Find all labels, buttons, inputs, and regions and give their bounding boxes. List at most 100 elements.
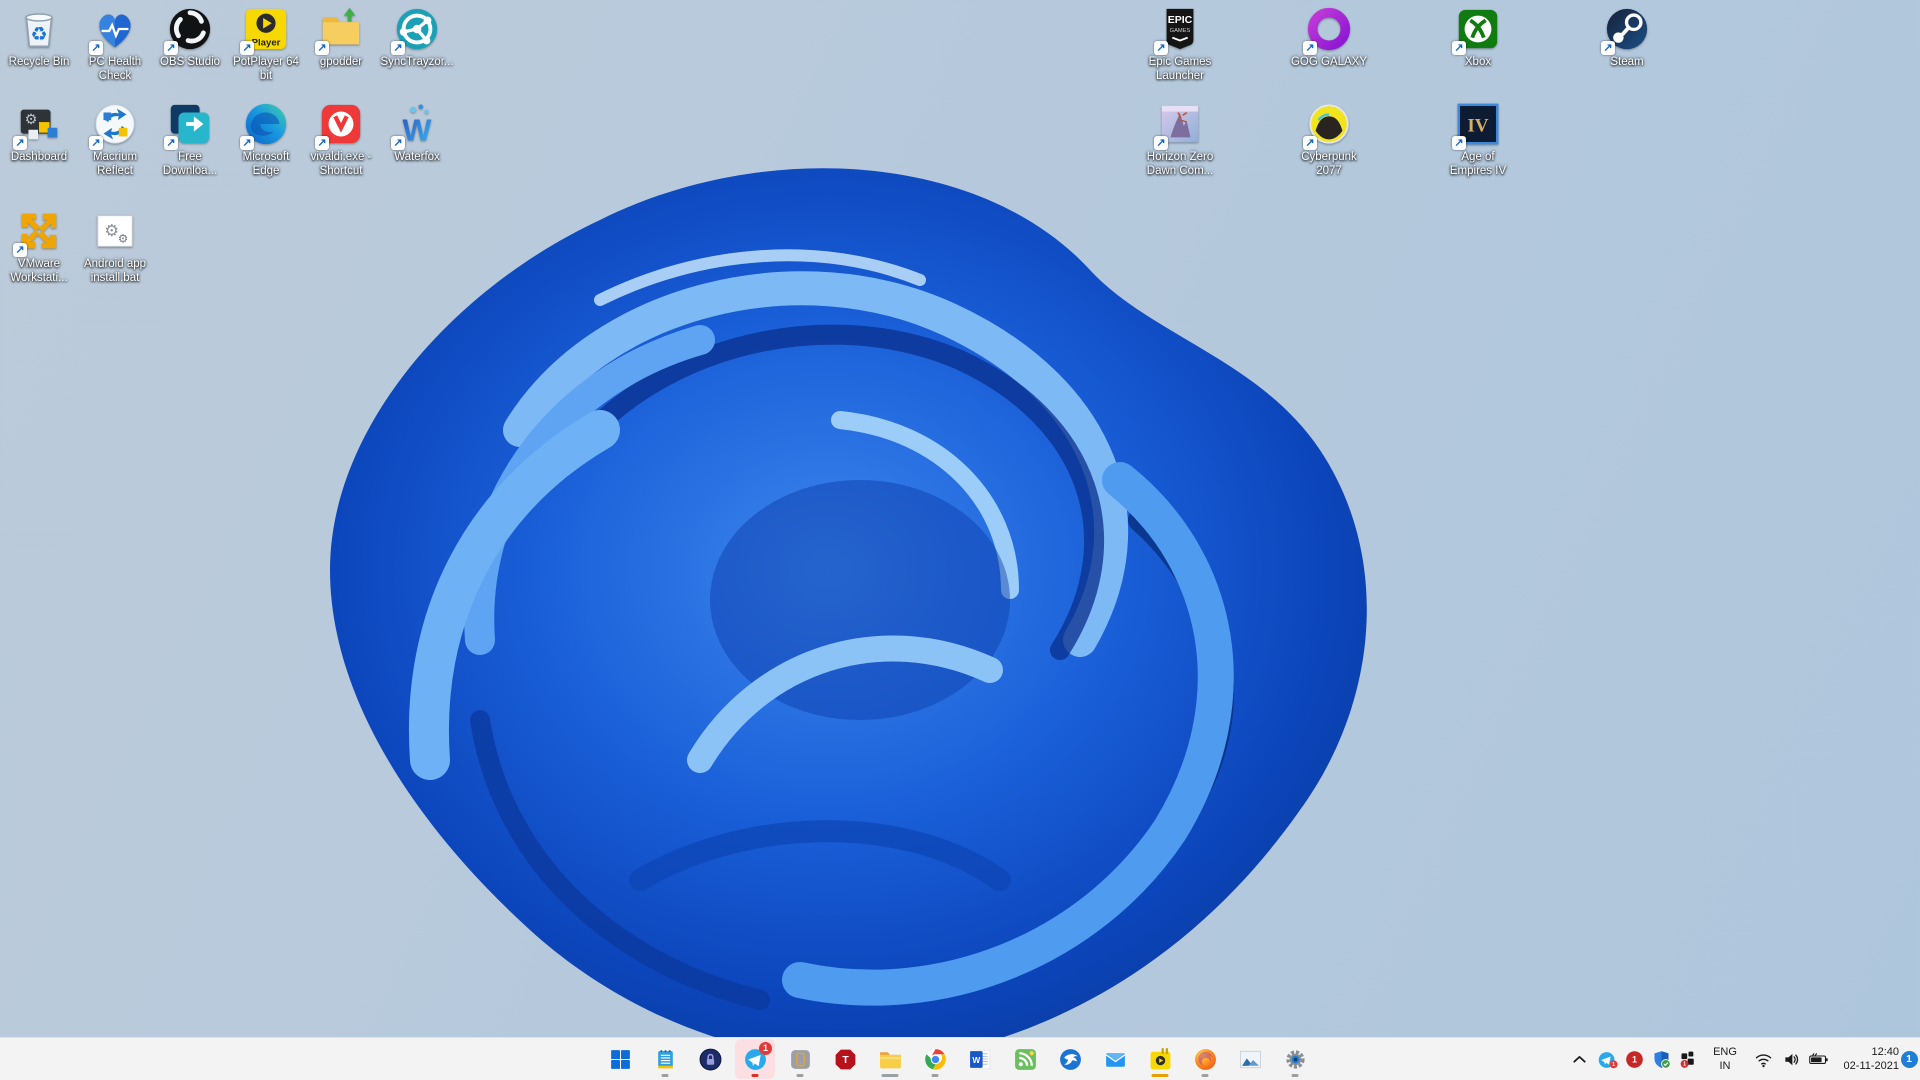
battery-charging-icon[interactable] xyxy=(1804,1039,1833,1079)
epic-games-launcher-icon: EPIC GAMES ↗ xyxy=(1154,6,1203,55)
desktop-icon-gpodder[interactable]: ↗ gpodder xyxy=(303,6,379,70)
taskbar-app-chrome[interactable] xyxy=(915,1039,955,1079)
desktop-icon-xbox[interactable]: ↗ Xbox xyxy=(1426,6,1530,70)
desktop-icon-horizon-zero-dawn[interactable]: ↗ Horizon Zero Dawn Com... xyxy=(1128,101,1232,178)
desktop-icon-label: GOG GALAXY xyxy=(1290,56,1368,68)
file-explorer-icon xyxy=(878,1047,903,1072)
desktop-icon-label: Cyberpunk 2077 xyxy=(1301,151,1357,177)
desktop-icon-label: Epic Games Launcher xyxy=(1148,56,1212,82)
clock-time: 12:40 xyxy=(1871,1045,1899,1058)
svg-text:1: 1 xyxy=(1632,1054,1637,1064)
taskbar-app-word[interactable]: W xyxy=(960,1039,1000,1079)
desktop-icon-free-download-manager[interactable]: ↗ Free Downloa... xyxy=(152,101,228,178)
desktop-icon-label: Xbox xyxy=(1464,56,1492,68)
desktop-icon-steam[interactable]: ↗ Steam xyxy=(1575,6,1679,70)
desktop-icon-vmware-workstation[interactable]: ↗ VMware Workstati... xyxy=(1,208,77,285)
desktop-icon-dashboard[interactable]: ⚙ ↗ Dashboard xyxy=(1,101,77,165)
taskbar-app-mail[interactable] xyxy=(1095,1039,1135,1079)
tray-app-badge-icon[interactable]: 1 xyxy=(1675,1039,1701,1079)
taskbar-app-firefox[interactable] xyxy=(1185,1039,1225,1079)
desktop-icon-label: PotPlayer 64 bit xyxy=(233,56,299,82)
android-app-install-icon: ⚙ ⚙ xyxy=(92,208,138,254)
taskbar-app-keepass[interactable] xyxy=(690,1039,730,1079)
desktop-icon-recycle-bin[interactable]: ♻ Recycle Bin xyxy=(1,6,77,70)
keepass-icon xyxy=(698,1047,723,1072)
desktop-icon-android-app-install[interactable]: ⚙ ⚙ Android app install.bat xyxy=(77,208,153,285)
mail-icon xyxy=(1103,1047,1128,1072)
shortcut-arrow-icon: ↗ xyxy=(391,136,405,150)
chrome-icon xyxy=(923,1047,948,1072)
desktop-icon-synctrayzor[interactable]: ↗ SyncTrayzor... xyxy=(379,6,455,70)
desktop-icon-potplayer-64[interactable]: Player ↗ PotPlayer 64 bit xyxy=(228,6,304,83)
thunderbird-icon xyxy=(1058,1047,1083,1072)
macrium-reflect-icon: ↗ xyxy=(89,101,138,150)
start-icon xyxy=(608,1047,633,1072)
desktop-icon-label: SyncTrayzor... xyxy=(380,56,454,68)
desktop-icon-label: gpodder xyxy=(319,56,363,68)
desktop-icon-epic-games-launcher[interactable]: EPIC GAMES ↗ Epic Games Launcher xyxy=(1128,6,1232,83)
shortcut-arrow-icon: ↗ xyxy=(89,136,103,150)
shortcut-arrow-icon: ↗ xyxy=(1452,136,1466,150)
hidden-icons-chevron-icon[interactable] xyxy=(1566,1039,1592,1079)
dashboard-icon: ⚙ ↗ xyxy=(13,101,62,150)
desktop-icon-macrium-reflect[interactable]: ↗ Macrium Reflect xyxy=(77,101,153,178)
desktop-icon-microsoft-edge[interactable]: ↗ Microsoft Edge xyxy=(228,101,304,178)
taskbar-app-file-explorer[interactable] xyxy=(870,1039,910,1079)
wifi-icon[interactable] xyxy=(1750,1039,1777,1079)
taskbar-app-tixati[interactable]: T xyxy=(825,1039,865,1079)
taskbar-app-potplayer[interactable] xyxy=(1140,1039,1180,1079)
vivaldi-icon: ↗ xyxy=(315,101,364,150)
desktop-icon-cyberpunk-2077[interactable]: ↗ Cyberpunk 2077 xyxy=(1277,101,1381,178)
shortcut-arrow-icon: ↗ xyxy=(1154,136,1168,150)
desktop-icon-pc-health-check[interactable]: ↗ PC Health Check xyxy=(77,6,153,83)
volume-icon[interactable] xyxy=(1778,1039,1805,1079)
svg-text:EPIC: EPIC xyxy=(1168,14,1193,26)
desktop-icon-vivaldi[interactable]: ↗ vivaldi.exe - Shortcut xyxy=(303,101,379,178)
desktop-icon-gog-galaxy[interactable]: ↗ GOG GALAXY xyxy=(1277,6,1381,70)
running-indicator xyxy=(881,1074,899,1077)
desktop-icon-age-of-empires-iv[interactable]: IV ↗ Age of Empires IV xyxy=(1426,101,1530,178)
taskbar-app-telegram[interactable]: 1 xyxy=(735,1039,775,1079)
photos-icon xyxy=(1238,1047,1263,1072)
desktop-icon-label: Horizon Zero Dawn Com... xyxy=(1146,151,1214,177)
language-indicator[interactable]: ENG IN xyxy=(1703,1039,1747,1079)
shortcut-arrow-icon: ↗ xyxy=(391,41,405,55)
notes-app-icon xyxy=(653,1047,678,1072)
taskbar-app-phone-link[interactable] xyxy=(780,1039,820,1079)
age-of-empires-iv-icon: IV ↗ xyxy=(1452,101,1501,150)
tray-security-shield-icon[interactable] xyxy=(1648,1039,1674,1079)
shortcut-arrow-icon: ↗ xyxy=(315,41,329,55)
svg-text:Player: Player xyxy=(252,37,281,48)
shortcut-arrow-icon: ↗ xyxy=(1154,41,1168,55)
desktop-icon-obs-studio[interactable]: ↗ OBS Studio xyxy=(152,6,228,70)
tixati-icon: T xyxy=(833,1047,858,1072)
desktop-icon-waterfox[interactable]: W ↗ Waterfox xyxy=(379,101,455,165)
running-indicator xyxy=(796,1074,804,1077)
taskbar-app-thunderbird[interactable] xyxy=(1050,1039,1090,1079)
shortcut-arrow-icon: ↗ xyxy=(164,41,178,55)
free-download-manager-icon: ↗ xyxy=(164,101,213,150)
language-line2: IN xyxy=(1719,1060,1731,1072)
desktop-icon-label: vivaldi.exe - Shortcut xyxy=(310,151,372,177)
tray-telegram-icon[interactable]: 1 xyxy=(1594,1039,1620,1079)
vmware-workstation-icon: ↗ xyxy=(13,208,62,257)
svg-text:1: 1 xyxy=(1683,1061,1686,1067)
xbox-icon: ↗ xyxy=(1452,6,1501,55)
clock[interactable]: 12:40 02-11-2021 xyxy=(1835,1039,1901,1079)
svg-text:♻: ♻ xyxy=(30,23,47,46)
taskbar-app-photos[interactable] xyxy=(1230,1039,1270,1079)
taskbar-app-settings[interactable] xyxy=(1275,1039,1315,1079)
shortcut-arrow-icon: ↗ xyxy=(1303,41,1317,55)
desktop-icon-label: Macrium Reflect xyxy=(92,151,138,177)
waterfox-icon: W ↗ xyxy=(391,101,440,150)
firefox-icon xyxy=(1193,1047,1218,1072)
shortcut-arrow-icon: ↗ xyxy=(240,136,254,150)
tray-notification-1-icon[interactable]: 1 xyxy=(1621,1039,1647,1079)
taskbar-app-notes-app[interactable] xyxy=(645,1039,685,1079)
taskbar-app-rss-reader[interactable] xyxy=(1005,1039,1045,1079)
settings-icon xyxy=(1283,1047,1308,1072)
start-button[interactable] xyxy=(600,1039,640,1079)
notification-count-badge[interactable]: 1 xyxy=(1897,1039,1920,1079)
shortcut-arrow-icon: ↗ xyxy=(13,243,27,257)
taskbar: 1 T W 1 1 1 ENG IN 12:40 02-11-2021 1 xyxy=(0,1037,1920,1080)
